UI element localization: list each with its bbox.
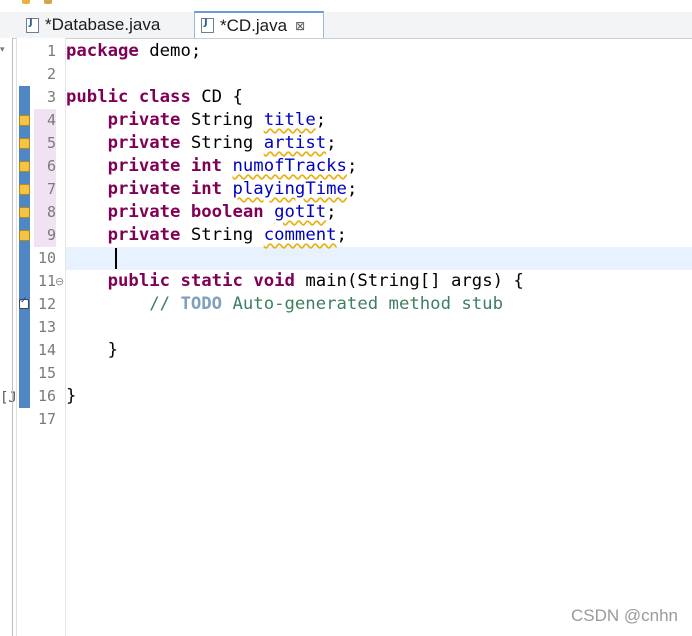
tab-cd-java[interactable]: *CD.java ⊠ [194,11,324,38]
line-number: 2 [46,65,56,83]
code-line: public static void main(String[] args) { [107,271,524,291]
line-number: 10 [37,249,56,267]
field-playingtime: playingTime [232,179,347,199]
line-number: 7 [34,178,56,201]
code-line: private int numofTracks; [107,156,358,176]
warning-marker-icon[interactable] [19,115,30,126]
editor-line-15[interactable]: 15 [0,362,692,385]
code-line: private String title; [107,110,327,130]
code-line: // TODO Auto-generated method stub [149,294,503,314]
line-number: 11 [37,272,56,290]
tab-label: *Database.java [45,15,161,34]
todo-tag: TODO [180,294,223,314]
line-number: 6 [34,155,56,178]
editor-line-17[interactable]: 17 [0,408,692,431]
java-file-icon [26,17,39,33]
code-line: package demo; [66,41,202,61]
code-line: public class CD { [66,87,243,107]
editor-tab-bar: *Database.java *CD.java ⊠ [0,11,692,39]
line-number: 3 [46,88,56,106]
close-icon[interactable]: ⊠ [295,19,305,33]
task-marker-icon[interactable] [19,296,29,309]
line-number: 13 [37,318,56,336]
line-number: 8 [34,201,56,224]
toolbar-icon[interactable] [44,0,52,4]
field-title: title [263,110,316,130]
warning-marker-icon[interactable] [19,184,30,195]
warning-marker-icon[interactable] [19,138,30,149]
line-number: 5 [34,132,56,155]
line-number: 12 [37,295,56,313]
warning-marker-icon[interactable] [19,207,30,218]
field-gotit: gotIt [274,202,327,222]
toolbar-icon[interactable] [22,0,30,4]
code-line: } [66,386,77,406]
line-number: 1 [46,42,56,60]
field-numoftracks: numofTracks [232,156,347,176]
editor-line-10[interactable]: 10 [0,247,692,270]
watermark: CSDN @cnhn [570,606,678,625]
fold-toggle-icon[interactable]: ⊖ [55,275,64,288]
code-line: } [107,340,119,360]
field-artist: artist [263,133,327,153]
code-line: private String artist; [107,133,337,153]
tab-label: *CD.java [220,15,288,35]
top-toolbar-strip [0,0,692,12]
code-line: private int playingTime; [107,179,358,199]
warning-marker-icon[interactable] [19,230,30,241]
warning-marker-icon[interactable] [19,161,30,172]
line-number: 15 [37,364,56,382]
editor-line-13[interactable]: 13 [0,316,692,339]
tab-database-java[interactable]: *Database.java [20,12,195,38]
line-number: 9 [34,224,56,247]
field-comment: comment [263,225,337,245]
editor-line-2[interactable]: 2 [0,63,692,86]
line-number: 17 [37,410,56,428]
code-line: private boolean gotIt; [107,202,337,222]
line-number: 14 [37,341,56,359]
java-file-icon [201,17,214,33]
editor-line-16[interactable]: 16 [0,385,692,408]
line-number: 16 [37,387,56,405]
line-number: 4 [34,109,56,132]
code-line: private String comment; [107,225,347,245]
